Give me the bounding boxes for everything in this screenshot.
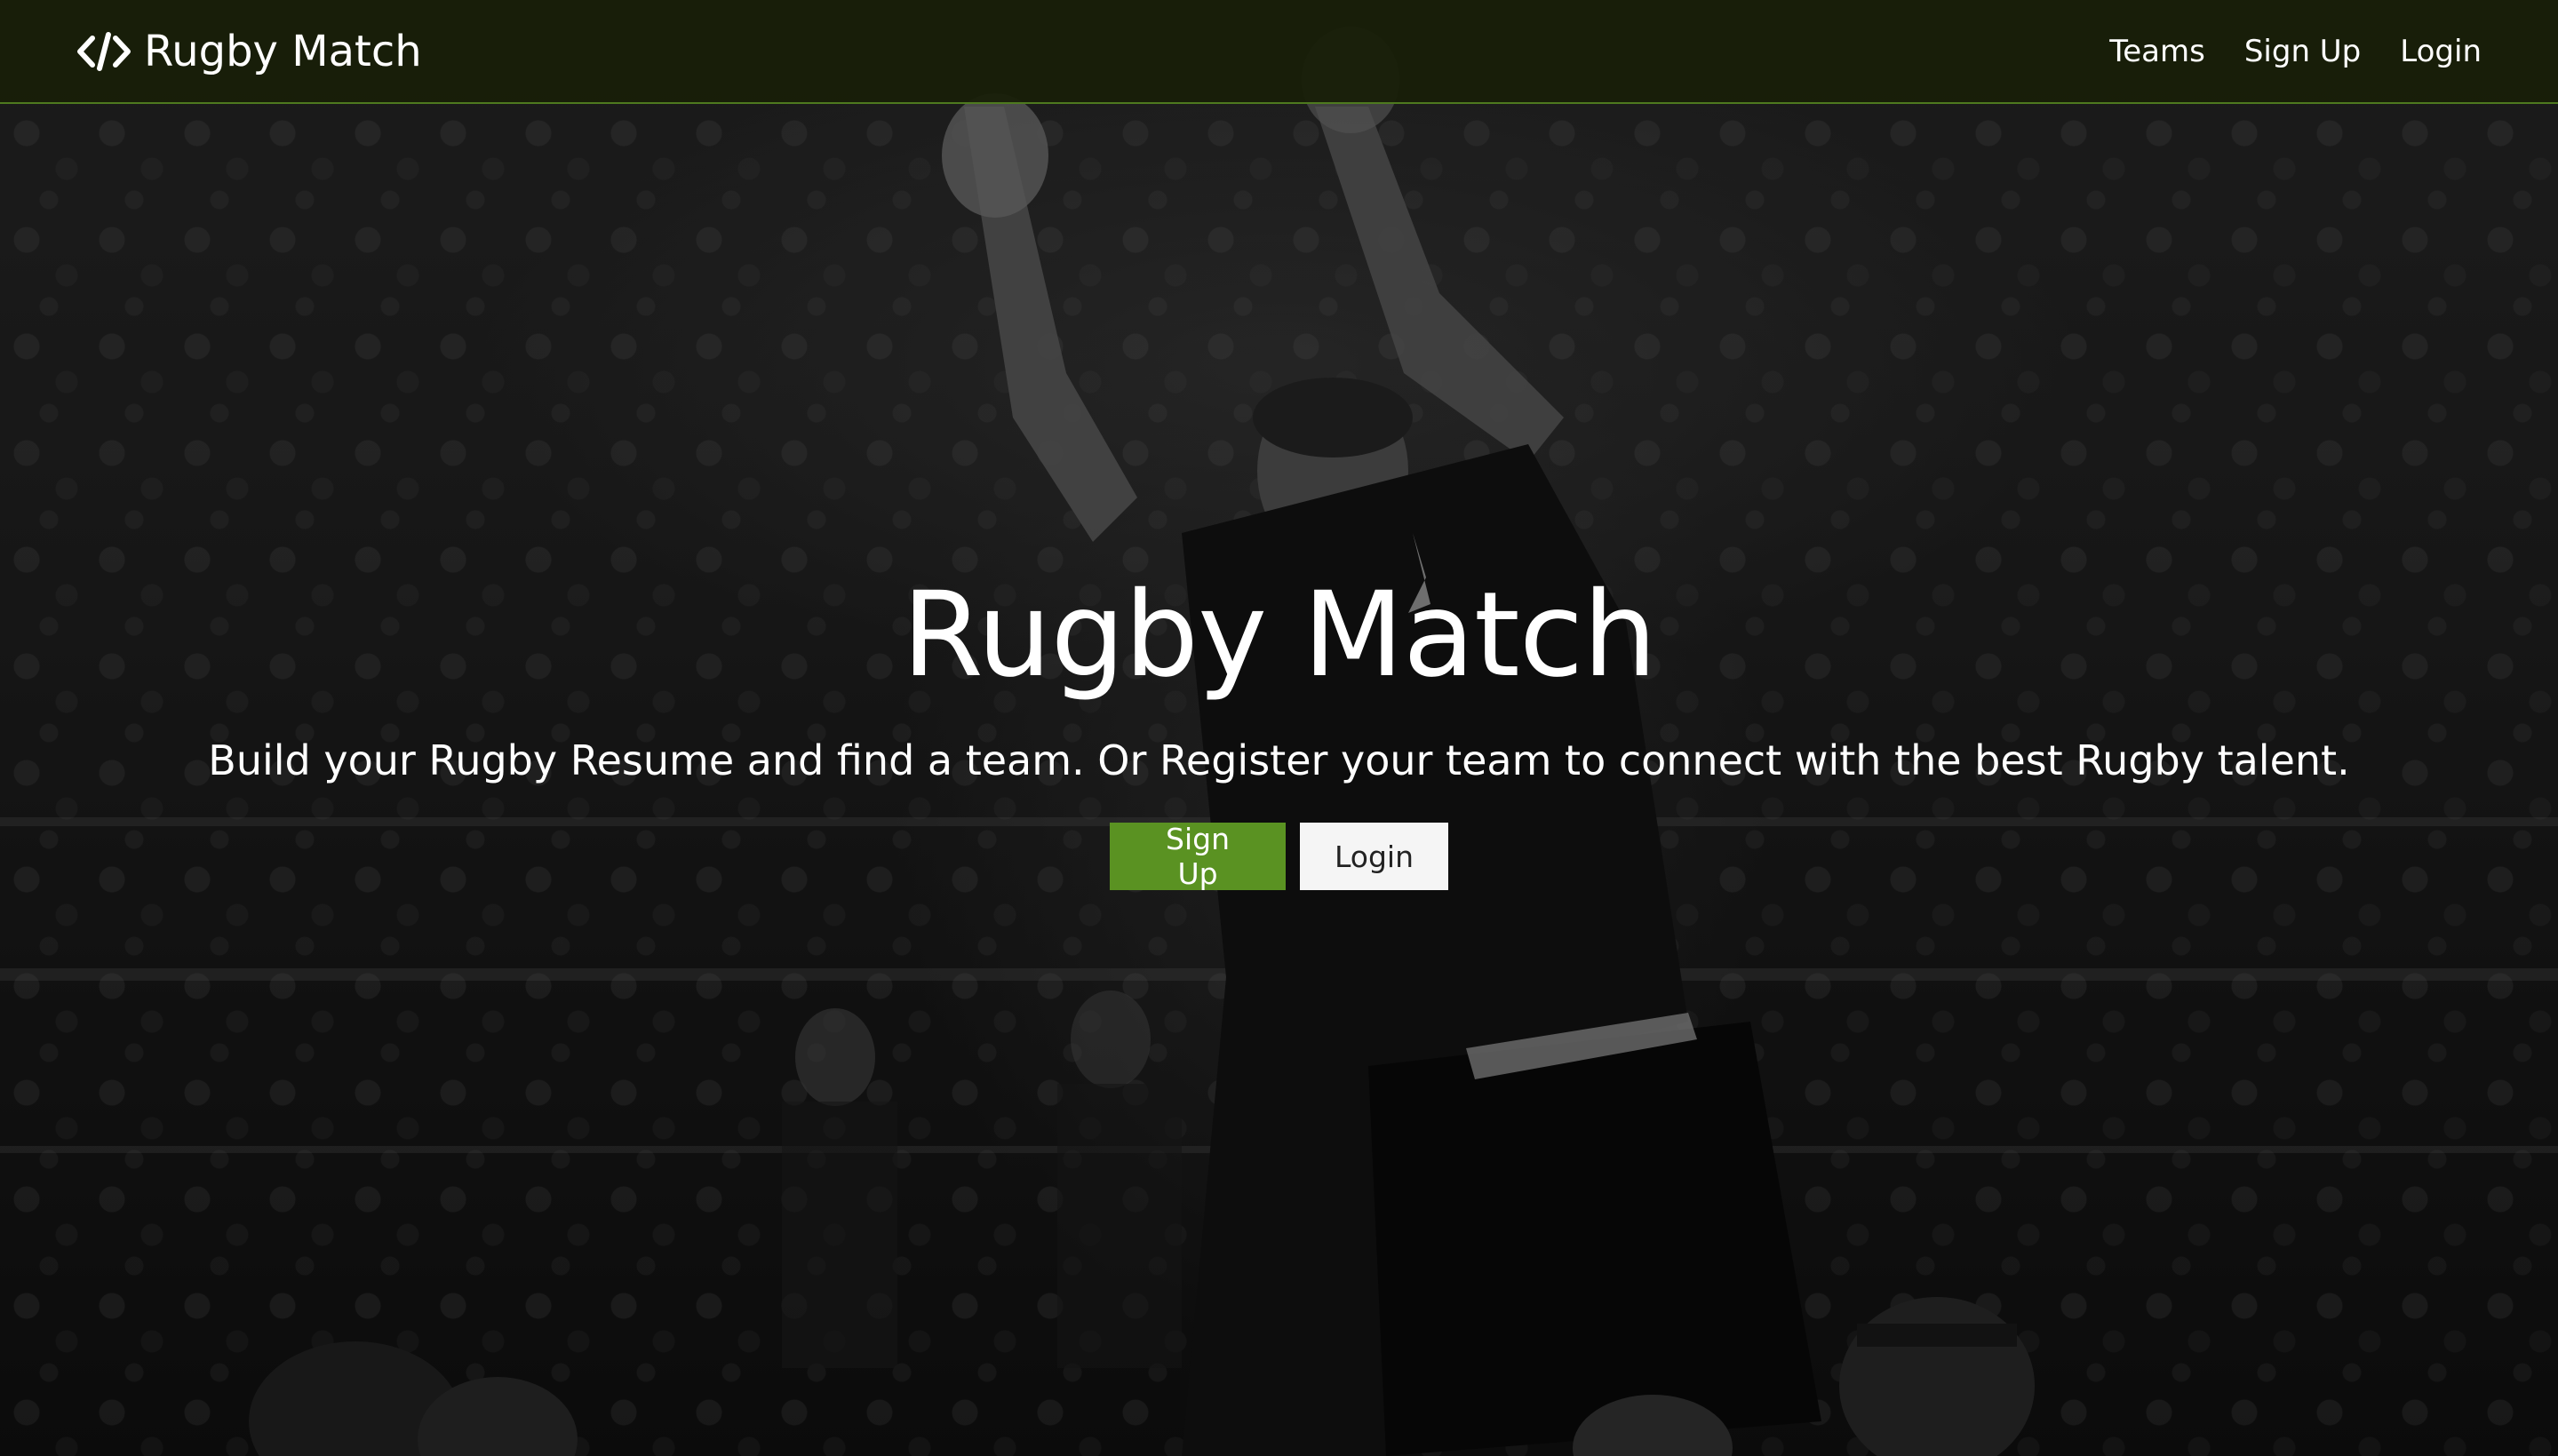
login-button[interactable]: Login (1300, 823, 1448, 890)
signup-button[interactable]: Sign Up (1110, 822, 1286, 891)
hero-title: Rugby Match (902, 567, 1657, 704)
hero-section: Rugby Match Build your Rugby Resume and … (0, 0, 2558, 1456)
hero-subtitle: Build your Rugby Resume and find a team.… (208, 736, 2350, 784)
hero-actions: Sign Up Login (0, 822, 2558, 891)
landing-page: Rugby Match Teams Sign Up Login Rugby Ma… (0, 0, 2558, 1456)
